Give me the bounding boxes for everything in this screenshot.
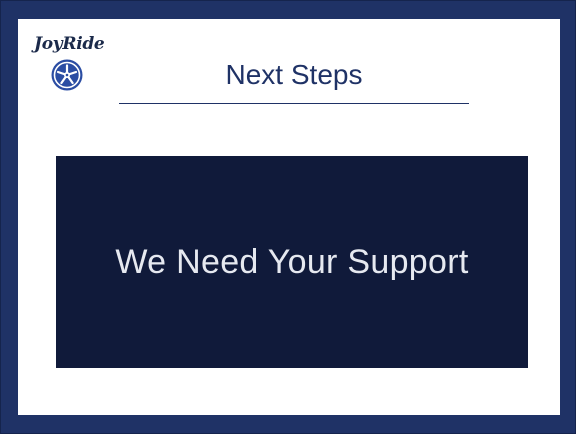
slide-canvas: JoyRide Next Steps We Need Your Support <box>18 19 560 415</box>
slide-frame: JoyRide Next Steps We Need Your Support <box>0 0 576 434</box>
slide-title: Next Steps <box>225 59 363 90</box>
title-underline <box>119 103 469 104</box>
joyride-logo: JoyRide <box>34 34 105 114</box>
banner-text: We Need Your Support <box>115 242 469 281</box>
logo-text: JoyRide <box>34 34 105 54</box>
support-banner: We Need Your Support <box>56 156 528 368</box>
wheel-icon <box>51 59 83 91</box>
